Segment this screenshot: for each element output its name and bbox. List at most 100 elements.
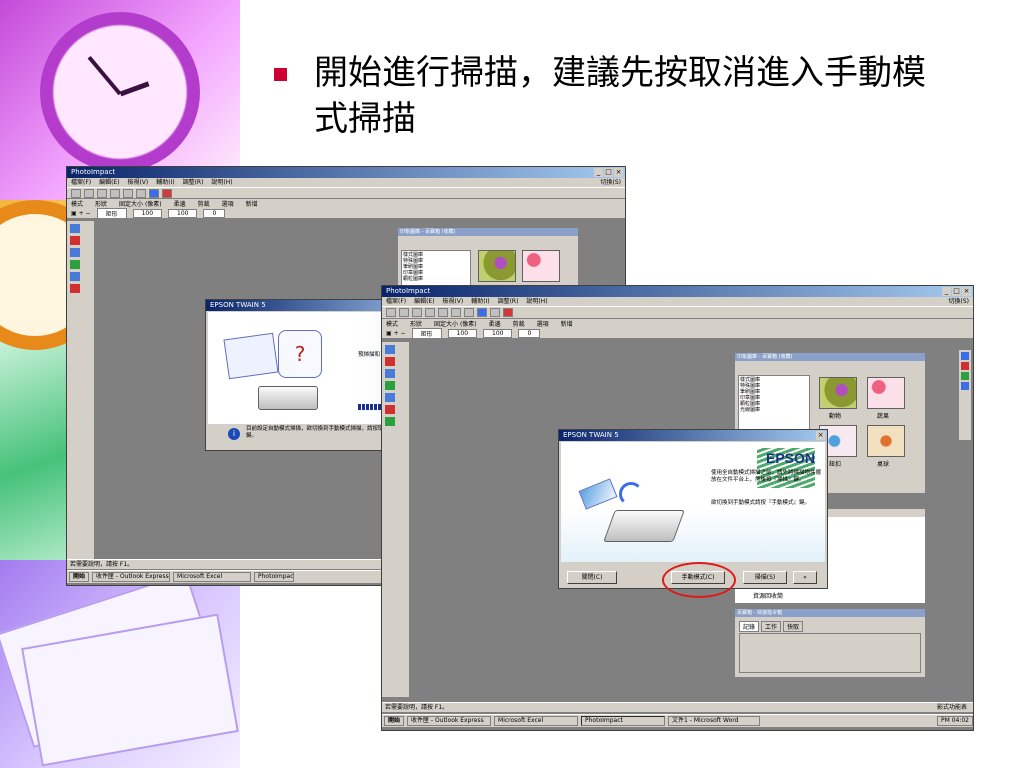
width-input[interactable]: 100	[132, 208, 163, 218]
print-icon[interactable]	[425, 308, 435, 317]
task-excel[interactable]: Microsoft Excel	[494, 716, 579, 726]
new-icon[interactable]	[386, 308, 396, 317]
opt-new-label: 新增	[245, 201, 258, 208]
menu-view[interactable]: 檢視(V)	[127, 179, 148, 186]
task-word[interactable]: 文件1 - Microsoft Word	[668, 716, 761, 726]
print-icon[interactable]	[110, 188, 120, 198]
paint-tool-icon[interactable]	[70, 260, 80, 269]
new-icon[interactable]	[71, 188, 81, 198]
side-tool-4-icon[interactable]	[961, 382, 969, 390]
color-tool-icon[interactable]	[70, 284, 80, 293]
back-thumb-1[interactable]	[478, 250, 516, 282]
close-icon[interactable]: ×	[962, 287, 971, 296]
save-icon[interactable]	[412, 308, 422, 317]
soft-input[interactable]: 0	[518, 328, 541, 338]
back-dialog-title: EPSON TWAIN 5	[210, 301, 266, 309]
maximize-icon[interactable]: □	[604, 168, 613, 177]
close-button[interactable]: 關閉(C)	[567, 571, 617, 584]
start-button[interactable]: 開始	[384, 716, 405, 726]
menu-help[interactable]: 說明(H)	[211, 179, 232, 186]
thumb-animals[interactable]	[819, 377, 857, 409]
minimize-icon[interactable]: _	[594, 168, 603, 177]
tab-work[interactable]: 工作	[761, 621, 782, 632]
paint-tool-icon[interactable]	[385, 381, 395, 390]
tab-cache[interactable]: 快取	[783, 621, 804, 632]
height-input[interactable]: 100	[168, 208, 198, 218]
menu-switch[interactable]: 切換(S)	[601, 178, 622, 187]
more-button[interactable]: »	[793, 571, 817, 584]
task-outlook[interactable]: 收件匣 - Outlook Express	[407, 716, 492, 726]
pointer-tool-icon[interactable]	[70, 224, 80, 233]
text-tool-icon[interactable]	[385, 369, 395, 378]
thumb-buttons-label: 鈕扣	[829, 461, 842, 468]
mode-icons[interactable]: ▣ + −	[71, 210, 91, 217]
menu-edit[interactable]: 編輯(E)	[414, 298, 434, 305]
copy-icon[interactable]	[451, 308, 461, 317]
menu-switch[interactable]: 切換(S)	[949, 297, 970, 306]
tab-record[interactable]: 記錄	[739, 621, 760, 632]
front-status-right[interactable]: 影式功能表	[937, 703, 967, 712]
menu-edit[interactable]: 編輯(E)	[99, 179, 119, 186]
dialog-close-icon[interactable]: ×	[816, 431, 825, 440]
photo-illustration	[578, 478, 618, 510]
menu-assist[interactable]: 輔助(I)	[156, 179, 174, 186]
shape-select[interactable]: 矩形	[96, 207, 127, 219]
back-panel-title: 印象圖庫 - 百寶箱 (收藏)	[398, 228, 578, 236]
zoom-tool-icon[interactable]	[385, 393, 395, 402]
task-photoimpact[interactable]: PhotoImpact	[581, 716, 666, 726]
scan-icon[interactable]	[477, 308, 487, 317]
cut-icon[interactable]	[123, 188, 133, 198]
undo-icon[interactable]	[490, 308, 500, 317]
open-icon[interactable]	[399, 308, 409, 317]
menu-adjust[interactable]: 調整(R)	[498, 298, 519, 305]
thumb-fruits[interactable]	[867, 377, 905, 409]
zoom-tool-icon[interactable]	[70, 272, 80, 281]
recycle-bin-item[interactable]: 資源回收筒	[753, 591, 783, 600]
text-tool-icon[interactable]	[70, 248, 80, 257]
task-excel[interactable]: Microsoft Excel	[173, 572, 252, 582]
thumb-pingpong[interactable]	[867, 425, 905, 457]
thumb-pingpong-label: 桌球	[877, 461, 890, 468]
color-tool-icon[interactable]	[385, 405, 395, 414]
clone-tool-icon[interactable]	[385, 417, 395, 426]
width-input[interactable]: 100	[447, 328, 478, 338]
height-input[interactable]: 100	[483, 328, 513, 338]
tree-item-particle[interactable]: 顆粒圖庫	[403, 276, 469, 282]
copy-icon[interactable]	[136, 188, 146, 198]
scan-icon[interactable]	[149, 188, 159, 198]
side-tool-1-icon[interactable]	[961, 352, 969, 360]
scan-button[interactable]: 掃描(S)	[743, 571, 787, 584]
start-button[interactable]: 開始	[69, 572, 90, 582]
shape-select[interactable]: 矩形	[411, 327, 442, 339]
task-photoimpact[interactable]: PhotoImpact	[254, 572, 295, 582]
mode-icons[interactable]: ▣ + −	[386, 330, 406, 337]
side-tool-3-icon[interactable]	[961, 372, 969, 380]
save-icon[interactable]	[97, 188, 107, 198]
minimize-icon[interactable]: _	[942, 287, 951, 296]
help-icon[interactable]	[503, 308, 513, 317]
task-outlook[interactable]: 收件匣 - Outlook Express	[92, 572, 171, 582]
menu-assist[interactable]: 輔助(I)	[471, 298, 489, 305]
pick-tool-icon[interactable]	[70, 236, 80, 245]
menu-view[interactable]: 檢視(V)	[442, 298, 463, 305]
pick-tool-icon[interactable]	[385, 357, 395, 366]
menu-file[interactable]: 檔案(F)	[71, 179, 91, 186]
pointer-tool-icon[interactable]	[385, 345, 395, 354]
soft-input[interactable]: 0	[203, 208, 226, 218]
front-photoimpact-window: PhotoImpact _ □ × 檔案(F) 編輯(E) 檢視(V) 輔助(I) …	[381, 285, 974, 731]
open-icon[interactable]	[84, 188, 94, 198]
tree-item-light[interactable]: 光線圖庫	[740, 407, 808, 413]
back-thumb-2[interactable]	[522, 250, 560, 282]
maximize-icon[interactable]: □	[952, 287, 961, 296]
menu-adjust[interactable]: 調整(R)	[183, 179, 204, 186]
paste-icon[interactable]	[464, 308, 474, 317]
cut-icon[interactable]	[438, 308, 448, 317]
side-tool-2-icon[interactable]	[961, 362, 969, 370]
close-icon[interactable]: ×	[614, 168, 623, 177]
menu-file[interactable]: 檔案(F)	[386, 298, 406, 305]
back-option-values: ▣ + − 矩形 100 100 0	[67, 207, 625, 219]
opt-option-label: 選項	[221, 201, 234, 208]
menu-help[interactable]: 說明(H)	[526, 298, 547, 305]
back-tool-palette	[67, 221, 95, 563]
help-icon[interactable]	[162, 188, 172, 198]
